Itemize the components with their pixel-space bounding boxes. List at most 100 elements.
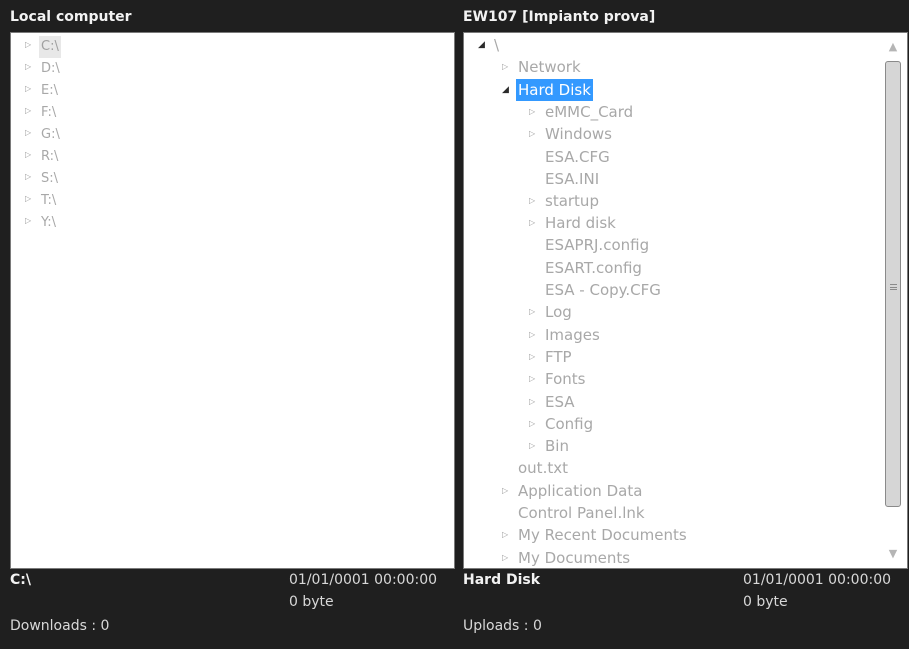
expand-arrow-icon[interactable]: ▷ [529, 190, 543, 212]
tree-item-label: ESA.INI [545, 170, 600, 188]
expand-arrow-icon[interactable]: ▷ [529, 301, 543, 323]
tree-item-label: ESA - Copy.CFG [545, 281, 661, 299]
tree-item-label-selected: Hard Disk [516, 79, 593, 101]
tree-item-label: ESART.config [545, 259, 642, 277]
remote-selected-size: 0 byte [743, 594, 788, 610]
tree-item-esart-config[interactable]: ESART.config [543, 257, 644, 279]
expand-arrow-icon[interactable]: ▷ [25, 166, 39, 188]
tree-item-my-recent-documents[interactable]: ▷ My Recent Documents [502, 524, 689, 546]
tree-item-label: My Documents [518, 549, 631, 567]
expand-arrow-icon[interactable]: ▷ [529, 346, 543, 368]
tree-item-label: Application Data [518, 482, 643, 500]
expand-arrow-icon[interactable]: ▷ [25, 144, 39, 166]
remote-selected-date: 01/01/0001 00:00:00 [743, 572, 892, 588]
downloads-count: Downloads : 0 [10, 618, 110, 634]
tree-item-drive-r[interactable]: ▷ R:\ [25, 145, 60, 167]
tree-item-label: My Recent Documents [518, 526, 687, 544]
expand-arrow-icon[interactable]: ▷ [25, 100, 39, 122]
tree-item-drive-g[interactable]: ▷ G:\ [25, 123, 62, 145]
tree-item-drive-e[interactable]: ▷ E:\ [25, 79, 60, 101]
tree-item-ftp[interactable]: ▷ FTP [529, 346, 574, 368]
expand-arrow-icon[interactable]: ▷ [25, 56, 39, 78]
tree-item-application-data[interactable]: ▷ Application Data [502, 480, 644, 502]
expand-arrow-icon[interactable]: ▷ [25, 78, 39, 100]
expand-arrow-icon[interactable]: ▷ [502, 480, 516, 502]
expand-arrow-icon[interactable]: ▷ [502, 56, 516, 78]
tree-item-label: E:\ [41, 82, 58, 98]
expand-arrow-icon[interactable]: ▷ [25, 188, 39, 210]
tree-item-label: eMMC_Card [545, 103, 634, 121]
remote-selected-name: Hard Disk [463, 572, 541, 588]
local-selected-name: C:\ [10, 572, 31, 588]
tree-item-label: C:\ [39, 35, 61, 58]
tree-item-config[interactable]: ▷ Config [529, 413, 595, 435]
expand-arrow-icon[interactable]: ▷ [529, 413, 543, 435]
tree-item-hard-disk-folder[interactable]: ▷ Hard disk [529, 212, 618, 234]
tree-item-emmc-card[interactable]: ▷ eMMC_Card [529, 101, 635, 123]
tree-item-esaprj-config[interactable]: ESAPRJ.config [543, 234, 651, 256]
tree-item-windows[interactable]: ▷ Windows [529, 123, 614, 145]
local-selected-size: 0 byte [289, 594, 334, 610]
tree-item-bin[interactable]: ▷ Bin [529, 435, 571, 457]
expand-arrow-icon[interactable]: ▷ [529, 391, 543, 413]
tree-item-drive-c[interactable]: ▷ C:\ [25, 34, 61, 58]
expand-arrow-icon[interactable]: ▷ [529, 368, 543, 390]
tree-item-label: FTP [545, 348, 572, 366]
tree-item-drive-y[interactable]: ▷ Y:\ [25, 211, 58, 233]
expand-arrow-icon[interactable]: ▷ [529, 324, 543, 346]
local-tree[interactable]: ▷ C:\ ▷ D:\ ▷ E:\ ▷ F:\ ▷ G:\ ▷ R:\ ▷ S:\ ▷ T:\ … [10, 32, 455, 569]
tree-item-label: Hard disk [545, 214, 616, 232]
expand-arrow-icon[interactable]: ▷ [529, 101, 543, 123]
tree-item-esa-folder[interactable]: ▷ ESA [529, 391, 577, 413]
tree-item-label: D:\ [41, 60, 60, 76]
local-panel-title: Local computer [10, 9, 132, 25]
tree-item-startup[interactable]: ▷ startup [529, 190, 601, 212]
tree-item-label: F:\ [41, 104, 57, 120]
tree-item-label: Control Panel.lnk [518, 504, 645, 522]
tree-item-my-documents[interactable]: ▷ My Documents [502, 547, 632, 569]
tree-item-label: Fonts [545, 370, 586, 388]
expand-arrow-icon[interactable]: ▷ [529, 123, 543, 145]
vertical-scrollbar[interactable]: ▲ ▼ [883, 37, 903, 564]
tree-item-label: \ [494, 36, 500, 54]
tree-item-label: Windows [545, 125, 612, 143]
tree-item-esa-cfg[interactable]: ESA.CFG [543, 146, 612, 168]
tree-item-out-txt[interactable]: out.txt [516, 457, 570, 479]
expand-arrow-icon[interactable]: ▷ [25, 210, 39, 232]
collapse-arrow-icon[interactable]: ◢ [478, 34, 492, 56]
tree-item-esa-copy-cfg[interactable]: ESA - Copy.CFG [543, 279, 663, 301]
tree-item-images[interactable]: ▷ Images [529, 324, 602, 346]
tree-item-drive-s[interactable]: ▷ S:\ [25, 167, 60, 189]
tree-item-label: Images [545, 326, 600, 344]
expand-arrow-icon[interactable]: ▷ [502, 547, 516, 569]
tree-item-drive-f[interactable]: ▷ F:\ [25, 101, 58, 123]
expand-arrow-icon[interactable]: ▷ [529, 212, 543, 234]
tree-item-label: Network [518, 58, 581, 76]
tree-item-log[interactable]: ▷ Log [529, 301, 574, 323]
tree-item-label: T:\ [41, 192, 57, 208]
expand-arrow-icon[interactable]: ▷ [529, 435, 543, 457]
tree-item-label: Config [545, 415, 594, 433]
tree-item-fonts[interactable]: ▷ Fonts [529, 368, 587, 390]
collapse-arrow-icon[interactable]: ◢ [502, 79, 516, 101]
tree-item-control-panel[interactable]: Control Panel.lnk [516, 502, 647, 524]
tree-item-esa-ini[interactable]: ESA.INI [543, 168, 601, 190]
expand-arrow-icon[interactable]: ▷ [502, 524, 516, 546]
tree-item-drive-t[interactable]: ▷ T:\ [25, 189, 58, 211]
tree-item-label: Log [545, 303, 572, 321]
tree-item-drive-d[interactable]: ▷ D:\ [25, 57, 62, 79]
scrollbar-thumb[interactable] [885, 61, 901, 507]
tree-item-label: Y:\ [41, 214, 56, 230]
tree-item-root[interactable]: ◢ \ [478, 34, 501, 56]
grip-icon [890, 284, 897, 290]
tree-item-label: G:\ [41, 126, 60, 142]
tree-item-hard-disk[interactable]: ◢ Hard Disk [502, 79, 593, 101]
tree-item-label: out.txt [518, 459, 568, 477]
scroll-up-icon[interactable]: ▲ [883, 37, 903, 57]
remote-tree[interactable]: ◢ \ ▷ Network ◢ Hard Disk ▷ eMMC_Card ▷ Windo… [463, 32, 908, 569]
expand-arrow-icon[interactable]: ▷ [25, 122, 39, 144]
expand-arrow-icon[interactable]: ▷ [25, 34, 39, 56]
tree-item-label: startup [545, 192, 599, 210]
scroll-down-icon[interactable]: ▼ [883, 544, 903, 564]
tree-item-network[interactable]: ▷ Network [502, 56, 583, 78]
